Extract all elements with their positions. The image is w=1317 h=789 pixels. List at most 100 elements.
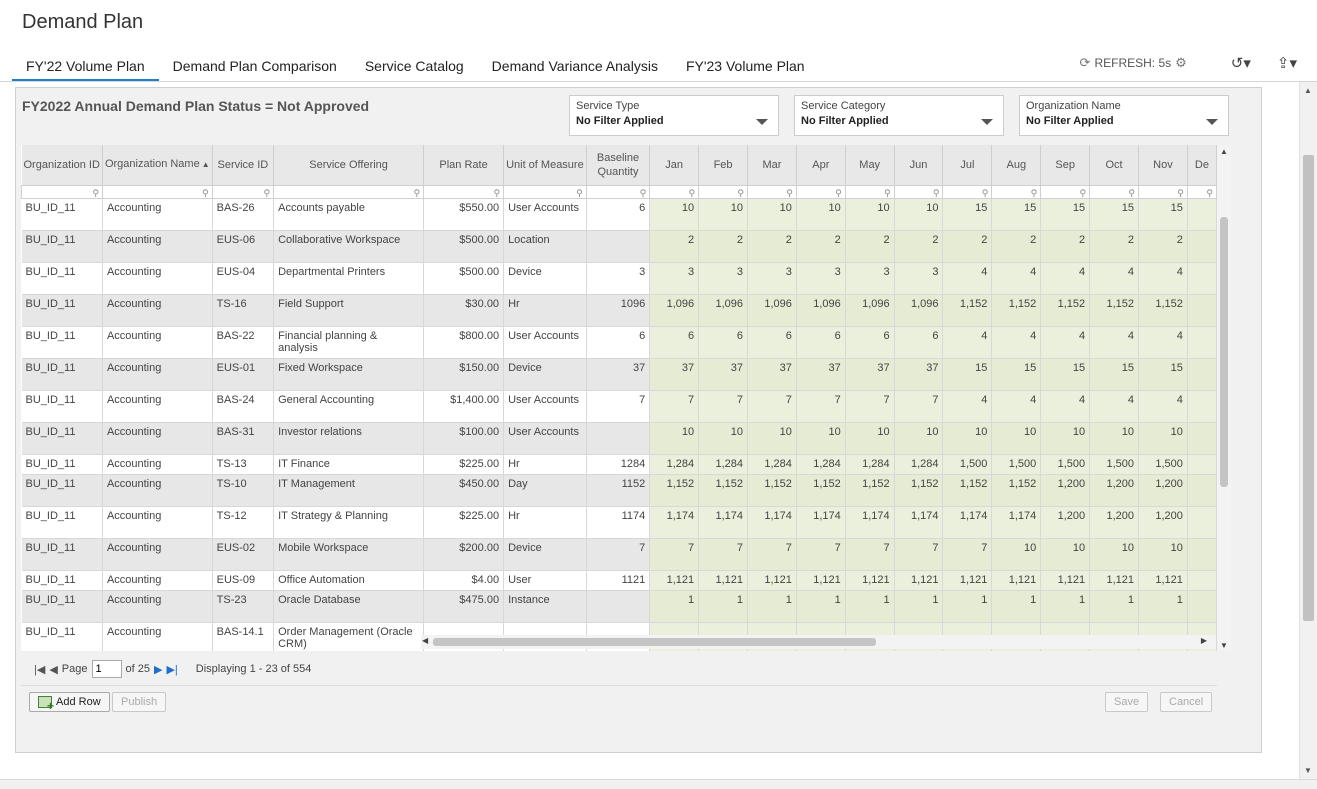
table-cell[interactable]: 1121 <box>586 570 651 591</box>
table-cell[interactable]: 10 <box>894 198 944 231</box>
table-cell[interactable]: Instance <box>503 590 587 623</box>
table-cell[interactable]: BAS-14.1 <box>212 622 275 651</box>
next-page-icon[interactable]: ▶ <box>154 663 162 676</box>
table-cell[interactable]: 10 <box>1040 538 1091 571</box>
column-filter-input[interactable]: ⚲ <box>101 184 213 199</box>
table-cell[interactable]: Hr <box>503 506 587 539</box>
table-cell[interactable]: 4 <box>1089 390 1139 423</box>
table-cell[interactable]: EUS-02 <box>212 538 275 571</box>
table-cell[interactable] <box>1187 262 1217 295</box>
table-cell[interactable]: BU_ID_11 <box>21 326 103 359</box>
table-cell[interactable]: Accounting <box>102 590 213 623</box>
table-cell[interactable]: 10 <box>649 198 700 231</box>
table-cell[interactable]: 7 <box>698 390 748 423</box>
table-cell[interactable]: 4 <box>942 390 993 423</box>
table-cell[interactable]: 10 <box>991 538 1042 571</box>
table-cell[interactable]: 3 <box>586 262 651 295</box>
table-cell[interactable]: 10 <box>1138 538 1188 571</box>
table-cell[interactable] <box>1187 198 1217 231</box>
table-cell[interactable]: Hr <box>503 454 587 475</box>
table-cell[interactable]: 1,121 <box>698 570 748 591</box>
table-cell[interactable]: Office Automation <box>273 570 425 591</box>
table-cell[interactable]: 37 <box>698 358 748 391</box>
undo-menu-icon[interactable]: ↺▾ <box>1231 54 1251 72</box>
table-cell[interactable] <box>1187 294 1217 327</box>
table-cell[interactable]: Hr <box>503 294 587 327</box>
column-header[interactable]: Feb <box>698 145 748 186</box>
table-cell[interactable] <box>1187 538 1217 571</box>
table-cell[interactable]: 2 <box>845 230 895 263</box>
table-cell[interactable]: 4 <box>1040 326 1091 359</box>
table-cell[interactable]: BU_ID_11 <box>21 422 103 455</box>
column-filter-input[interactable]: ⚲ <box>991 184 1042 199</box>
table-cell[interactable]: 1,152 <box>942 474 993 507</box>
table-row[interactable]: BU_ID_11 Accounting TS-13 IT Finance $225.00… <box>21 454 1217 475</box>
table-cell[interactable]: Departmental Printers <box>273 262 425 295</box>
table-cell[interactable]: 1,152 <box>1089 294 1139 327</box>
grid-vertical-scrollbar[interactable]: ▲ ▼ <box>1217 145 1231 651</box>
table-cell[interactable]: 1,174 <box>698 506 748 539</box>
table-cell[interactable]: User Accounts <box>503 326 587 359</box>
table-cell[interactable]: 10 <box>747 422 797 455</box>
table-cell[interactable]: 1,152 <box>796 474 846 507</box>
scroll-left-arrow-icon[interactable]: ◀ <box>422 636 428 645</box>
table-cell[interactable]: 1096 <box>586 294 651 327</box>
table-cell[interactable]: 1,152 <box>698 474 748 507</box>
table-cell[interactable]: Accounting <box>102 622 213 651</box>
table-cell[interactable]: Accounting <box>102 294 213 327</box>
table-cell[interactable]: 15 <box>991 358 1042 391</box>
table-cell[interactable]: IT Finance <box>273 454 425 475</box>
table-cell[interactable]: 15 <box>991 198 1042 231</box>
table-cell[interactable]: 1 <box>649 590 700 623</box>
page-number-input[interactable] <box>91 660 122 678</box>
table-cell[interactable]: BU_ID_11 <box>21 570 103 591</box>
table-cell[interactable]: 6 <box>894 326 944 359</box>
table-cell[interactable] <box>1187 422 1217 455</box>
table-cell[interactable]: $500.00 <box>423 230 505 263</box>
table-cell[interactable]: BU_ID_11 <box>21 538 103 571</box>
add-row-button[interactable]: Add Row <box>29 692 110 713</box>
grid-vscroll-thumb[interactable] <box>1220 217 1228 487</box>
filter-organization-name[interactable]: Organization Name No Filter Applied <box>1019 95 1229 136</box>
table-row[interactable]: BU_ID_11 Accounting BAS-26 Accounts payable… <box>21 198 1217 231</box>
table-cell[interactable]: 2 <box>1040 230 1091 263</box>
table-cell[interactable]: 1 <box>845 590 895 623</box>
table-cell[interactable]: 6 <box>586 198 651 231</box>
table-cell[interactable]: 1,121 <box>1138 570 1188 591</box>
table-cell[interactable]: 1,096 <box>845 294 895 327</box>
table-cell[interactable]: 1,152 <box>1138 294 1188 327</box>
table-cell[interactable]: BU_ID_11 <box>21 590 103 623</box>
table-cell[interactable]: 10 <box>796 198 846 231</box>
table-row[interactable]: BU_ID_11 Accounting EUS-06 Collaborative Wo… <box>21 230 1217 263</box>
table-cell[interactable]: 2 <box>894 230 944 263</box>
table-cell[interactable]: TS-12 <box>212 506 275 539</box>
table-cell[interactable]: 1,200 <box>1089 506 1139 539</box>
tab-demand-plan-comparison[interactable]: Demand Plan Comparison <box>159 52 351 82</box>
table-cell[interactable] <box>586 590 651 623</box>
tab-fy22-volume-plan[interactable]: FY'22 Volume Plan <box>12 52 159 82</box>
column-header[interactable]: Jun <box>894 145 944 186</box>
table-cell[interactable]: 7 <box>845 538 895 571</box>
table-cell[interactable] <box>1187 358 1217 391</box>
table-cell[interactable]: 2 <box>698 230 748 263</box>
table-cell[interactable]: 15 <box>1089 358 1139 391</box>
table-cell[interactable]: 7 <box>796 390 846 423</box>
table-cell[interactable]: Accounting <box>102 454 213 475</box>
table-cell[interactable]: 2 <box>942 230 993 263</box>
table-cell[interactable]: $500.00 <box>423 262 505 295</box>
table-cell[interactable]: BU_ID_11 <box>21 230 103 263</box>
cancel-button[interactable]: Cancel <box>1160 692 1213 712</box>
table-cell[interactable]: 1,284 <box>894 454 944 475</box>
table-cell[interactable]: 1,121 <box>1089 570 1139 591</box>
table-cell[interactable]: 4 <box>991 390 1042 423</box>
column-filter-input[interactable]: ⚲ <box>746 184 797 199</box>
export-menu-icon[interactable]: ⇪▾ <box>1277 54 1297 72</box>
table-row[interactable]: BU_ID_11 Accounting EUS-01 Fixed Workspace $… <box>21 358 1217 391</box>
table-cell[interactable]: 1,096 <box>796 294 846 327</box>
table-cell[interactable]: BU_ID_11 <box>21 622 103 651</box>
column-header[interactable]: Oct <box>1089 145 1139 186</box>
table-cell[interactable]: $550.00 <box>423 198 505 231</box>
table-cell[interactable]: 1,096 <box>698 294 748 327</box>
column-filter-input[interactable]: ⚲ <box>211 184 275 199</box>
grid-horizontal-scrollbar[interactable]: ◀ ▶ <box>421 635 1216 649</box>
